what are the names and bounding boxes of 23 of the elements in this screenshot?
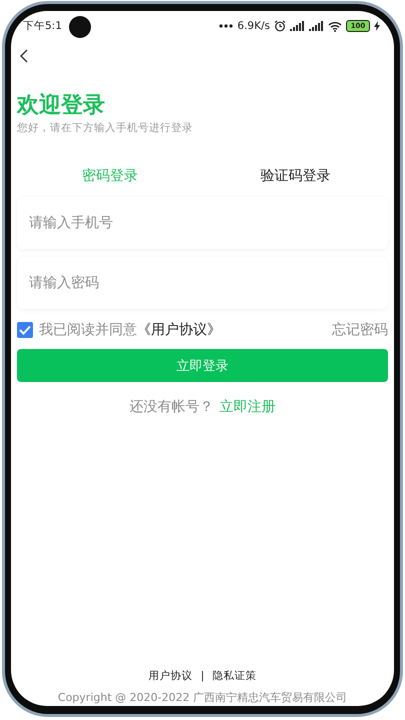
dots-icon (219, 24, 234, 28)
agreement-text: 我已阅读并同意 (39, 321, 137, 339)
signal-icon (290, 21, 305, 31)
status-time: 下午5:1 (23, 19, 62, 33)
charging-icon (374, 21, 380, 31)
input-field[interactable]: 请输入密码 (17, 257, 388, 309)
back-icon[interactable] (19, 49, 29, 63)
wifi-icon (328, 20, 342, 32)
user-agreement-link[interactable]: 《用户协议》 (137, 321, 221, 339)
separator: | (200, 670, 204, 682)
signal-icon (309, 21, 324, 31)
copyright-text: Copyright @ 2020-2022 广西南宁精忠汽车贸易有限公司 (58, 691, 348, 704)
footer-link[interactable]: 用户协议 (148, 669, 193, 683)
footer-link[interactable]: 隐私证策 (212, 669, 256, 683)
input-field[interactable]: 请输入手机号 (17, 197, 388, 249)
checkbox[interactable] (17, 322, 33, 338)
page-title: 欢迎登录 (17, 92, 105, 120)
network-speed: 6.9K/s (237, 20, 270, 32)
register-prompt: 还没有帐号？ (130, 398, 214, 416)
subtitle: 您好，请在下方输入手机号进行登录 (17, 121, 193, 135)
alarm-icon (274, 20, 286, 32)
login-tab[interactable]: 验证码登录 (260, 161, 330, 191)
camera-hole (69, 16, 91, 38)
